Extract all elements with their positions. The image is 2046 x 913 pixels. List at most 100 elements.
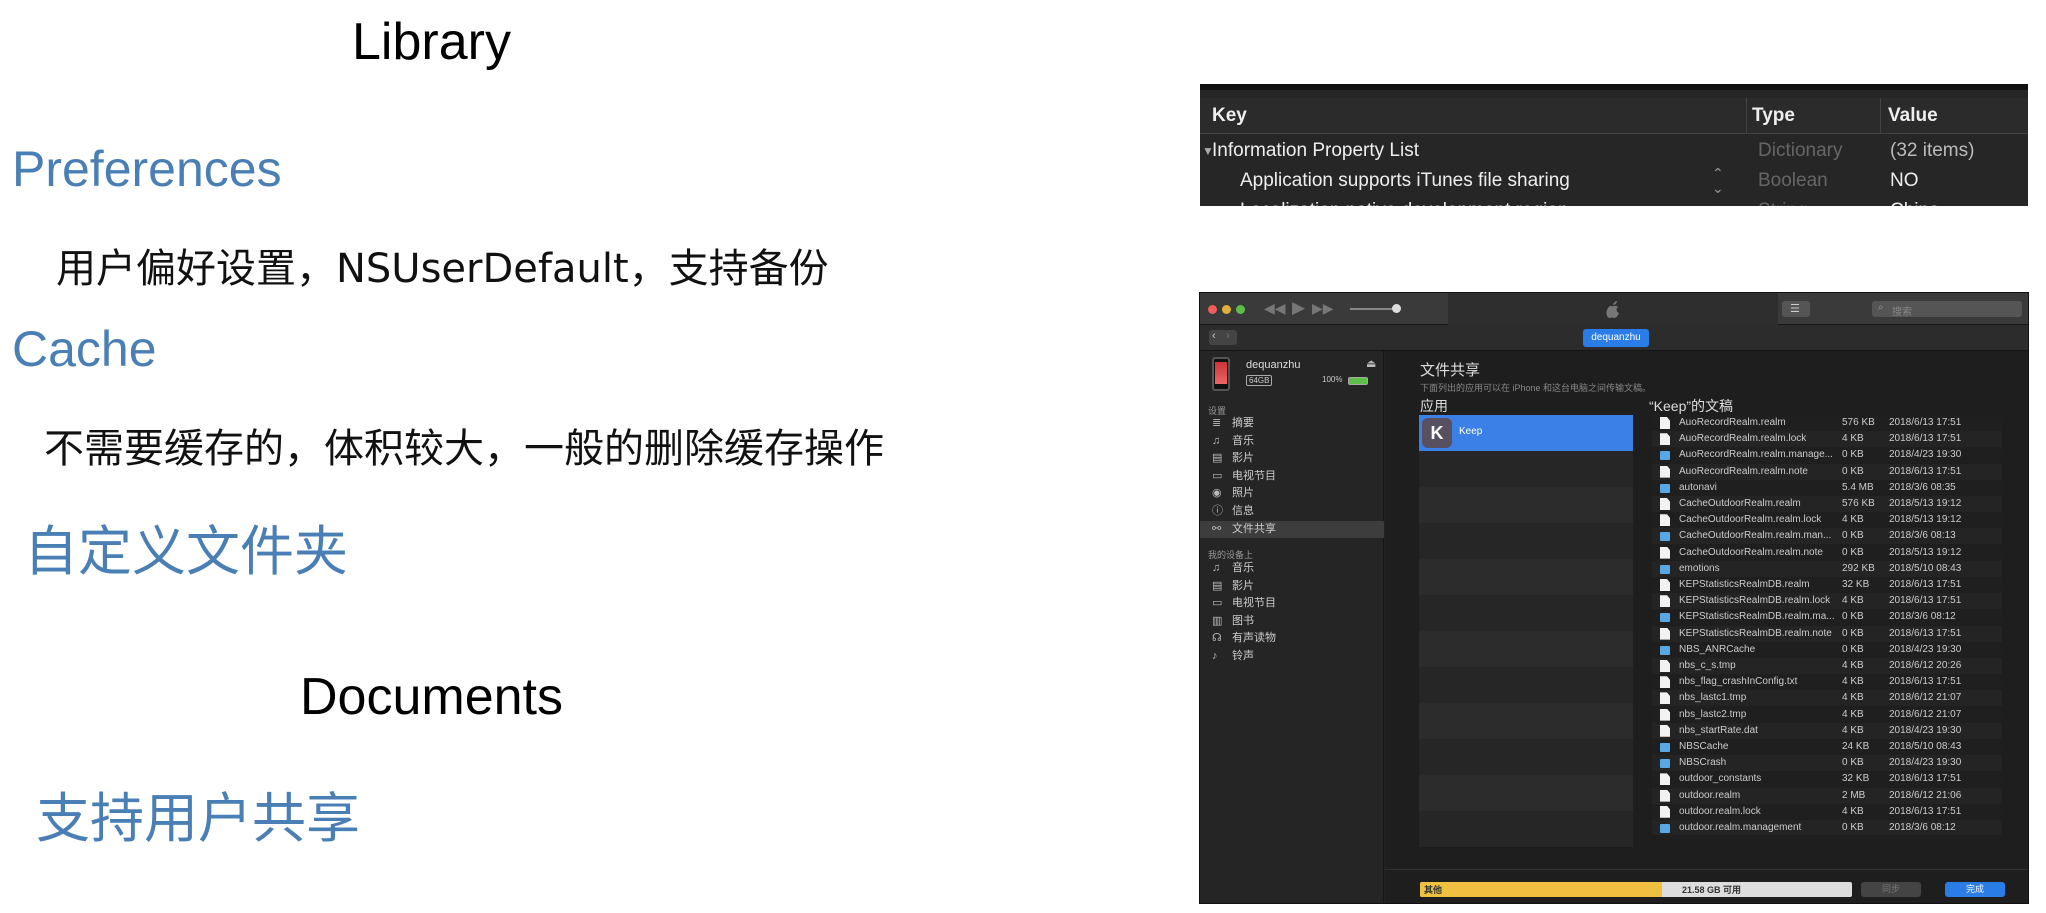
folder-icon (1660, 483, 1670, 493)
rewind-icon[interactable]: ◀◀ (1264, 300, 1286, 317)
play-icon[interactable]: ▶ (1292, 298, 1305, 318)
document-row[interactable]: KEPStatisticsRealmDB.realm 32 KB 2018/6/13… (1652, 577, 2002, 593)
done-button[interactable]: 完成 (1945, 882, 2005, 897)
document-name: nbs_startRate.dat (1679, 724, 1758, 736)
plist-column-divider[interactable] (1880, 98, 1881, 134)
document-date: 2018/3/6 08:12 (1889, 822, 1956, 833)
volume-slider-knob[interactable] (1392, 304, 1401, 313)
document-row[interactable]: NBSCrash 0 KB 2018/4/23 19:30 (1652, 755, 2002, 772)
sidebar-item[interactable]: ▥ 图书 (1200, 613, 1384, 630)
sidebar-item[interactable]: ♫ 音乐 (1200, 560, 1384, 577)
file-icon (1660, 660, 1670, 672)
document-row[interactable]: outdoor.realm.management 0 KB 2018/3/6 08:… (1652, 820, 2002, 835)
device-tab[interactable]: dequanzhu (1583, 329, 1649, 347)
eject-icon[interactable]: ⏏ (1366, 357, 1376, 370)
fast-forward-icon[interactable]: ▶▶ (1312, 300, 1334, 317)
camera-icon: ◉ (1212, 487, 1222, 500)
document-row[interactable]: emotions 292 KB 2018/5/10 08:43 (1652, 560, 2002, 577)
document-date: 2018/6/13 17:51 (1889, 433, 1962, 445)
document-row[interactable]: CacheOutdoorRealm.realm.lock 4 KB 2018/5/1… (1652, 512, 2002, 529)
document-row[interactable]: autonavi 5.4 MB 2018/3/6 08:35 (1652, 479, 2002, 496)
plist-row[interactable]: Localization native development region ⌃… (1200, 196, 2028, 206)
document-row[interactable]: nbs_lastc2.tmp 4 KB 2018/6/12 21:07 (1652, 706, 2002, 723)
sidebar-item[interactable]: ☊ 有声读物 (1200, 630, 1384, 647)
document-row[interactable]: KEPStatisticsRealmDB.realm.ma... 0 KB 2018… (1652, 609, 2002, 626)
sidebar-item-label: 音乐 (1232, 562, 1254, 574)
plist-column-divider[interactable] (1746, 98, 1747, 134)
list-view-button[interactable]: ☰ (1782, 301, 1810, 317)
plist-key: Localization native development region (1240, 196, 1569, 206)
title-documents: Documents (300, 668, 563, 726)
document-row[interactable]: CacheOutdoorRealm.realm.note 0 KB 2018/5/1… (1652, 544, 2002, 561)
document-row[interactable]: KEPStatisticsRealmDB.realm.note 0 KB 2018/… (1652, 625, 2002, 642)
minimize-window-button[interactable] (1222, 305, 1231, 314)
plist-header-type[interactable]: Type (1752, 98, 1795, 134)
sidebar-item[interactable]: ▭ 电视节目 (1200, 468, 1384, 485)
document-row[interactable]: NBS_ANRCache 0 KB 2018/4/23 19:30 (1652, 641, 2002, 658)
plist-row[interactable]: Application supports iTunes file sharing… (1200, 166, 2028, 196)
document-size: 0 KB (1842, 822, 1864, 833)
document-row[interactable]: CacheOutdoorRealm.realm.man... 0 KB 2018/3… (1652, 528, 2002, 545)
document-row[interactable]: NBSCache 24 KB 2018/5/10 08:43 (1652, 739, 2002, 755)
document-row[interactable]: outdoor.realm.lock 4 KB 2018/6/13 17:51 (1652, 803, 2002, 820)
document-row[interactable]: outdoor_constants 32 KB 2018/6/13 17:51 (1652, 771, 2002, 788)
document-row[interactable]: nbs_lastc1.tmp 4 KB 2018/6/12 21:07 (1652, 690, 2002, 707)
file-icon (1660, 465, 1670, 478)
document-row[interactable]: AuoRecordRealm.realm.manage... 0 KB 2018/4… (1652, 447, 2002, 464)
volume-slider[interactable] (1350, 308, 1396, 310)
sidebar-item[interactable]: ⚯ 文件共享 (1200, 520, 1384, 538)
document-row[interactable]: AuoRecordRealm.realm.note 0 KB 2018/6/13 1… (1652, 463, 2002, 480)
plist-value[interactable]: China (1890, 196, 1940, 206)
sidebar-item[interactable]: ▤ 影片 (1200, 578, 1384, 595)
document-size: 0 KB (1842, 627, 1864, 639)
file-icon (1660, 514, 1670, 527)
file-icon (1660, 724, 1670, 737)
plist-header-value[interactable]: Value (1888, 98, 1938, 134)
music-icon: ♫ (1212, 434, 1221, 447)
sidebar-item[interactable]: ♪ 铃声 (1200, 648, 1384, 665)
sidebar-item[interactable]: ♫ 音乐 (1200, 433, 1384, 450)
back-arrow-icon[interactable]: ‹ (1212, 330, 1216, 342)
document-date: 2018/3/6 08:35 (1889, 481, 1956, 493)
document-row[interactable]: outdoor.realm 2 MB 2018/6/12 21:06 (1652, 787, 2002, 804)
document-row[interactable]: nbs_flag_crashInConfig.txt 4 KB 2018/6/13 … (1652, 674, 2002, 691)
document-name: autonavi (1679, 481, 1717, 493)
document-name: KEPStatisticsRealmDB.realm.lock (1679, 595, 1831, 607)
storage-other-label: 其他 (1424, 885, 1443, 895)
list-icon: ☰ (1790, 303, 1800, 315)
itunes-window: ◀◀ ▶ ▶▶ ☰ ⌕ 搜索 ‹ › dequanzhu dequanzhu ⏏… (1199, 292, 2029, 904)
plist-header-key[interactable]: Key (1212, 98, 1247, 134)
stepper-chevrons-icon[interactable]: ⌃ (1712, 196, 1724, 206)
document-name: nbs_flag_crashInConfig.txt (1679, 676, 1798, 688)
sidebar-item[interactable]: ⓘ 信息 (1200, 503, 1384, 520)
document-row[interactable]: AuoRecordRealm.realm.lock 4 KB 2018/6/13 1… (1652, 431, 2002, 448)
document-date: 2018/6/12 20:26 (1889, 660, 1962, 671)
document-size: 4 KB (1842, 708, 1864, 720)
sidebar-item[interactable]: ▭ 电视节目 (1200, 595, 1384, 612)
document-row[interactable]: AuoRecordRealm.realm 576 KB 2018/6/13 17:5… (1652, 415, 2002, 431)
battery-icon (1348, 377, 1368, 385)
document-row[interactable]: nbs_startRate.dat 4 KB 2018/4/23 19:30 (1652, 722, 2002, 739)
app-row[interactable]: K Keep (1419, 415, 1633, 451)
forward-arrow-icon[interactable]: › (1226, 330, 1230, 342)
preferences-description: 用户偏好设置，NSUserDefault，支持备份 (56, 246, 829, 292)
sidebar-item[interactable]: ◉ 照片 (1200, 485, 1384, 502)
search-field[interactable]: ⌕ 搜索 (1872, 301, 2022, 318)
sidebar-item[interactable]: ≣ 摘要 (1200, 415, 1384, 432)
sync-button[interactable]: 同步 (1861, 882, 1921, 897)
apps-header: 应用 (1420, 398, 1448, 414)
document-row[interactable]: KEPStatisticsRealmDB.realm.lock 4 KB 2018/… (1652, 593, 2002, 610)
sidebar-item-label: 摘要 (1232, 417, 1254, 429)
close-window-button[interactable] (1208, 305, 1217, 314)
document-row[interactable]: CacheOutdoorRealm.realm 576 KB 2018/5/13 1… (1652, 496, 2002, 512)
folder-icon (1660, 613, 1670, 623)
stepper-chevrons-icon[interactable]: ⌃ ⌄ (1712, 166, 1724, 196)
document-size: 24 KB (1842, 741, 1870, 752)
plist-row[interactable]: ▼ Information Property List Dictionary (… (1200, 136, 2028, 166)
empty-row (1419, 523, 1633, 559)
document-row[interactable]: nbs_c_s.tmp 4 KB 2018/6/12 20:26 (1652, 658, 2002, 674)
sidebar-item[interactable]: ▤ 影片 (1200, 450, 1384, 467)
zoom-window-button[interactable] (1236, 305, 1245, 314)
document-name: nbs_c_s.tmp (1679, 660, 1736, 671)
plist-value[interactable]: NO (1890, 166, 1919, 196)
